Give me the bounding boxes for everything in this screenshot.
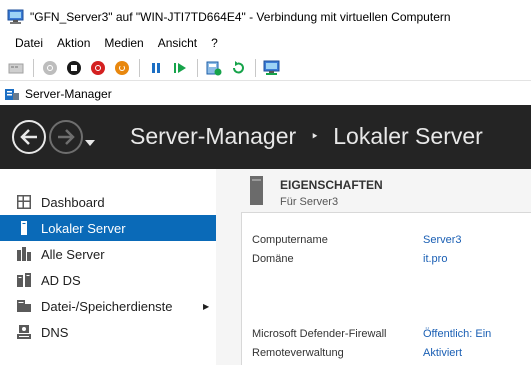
toolbar-separator [197,58,198,77]
enhanced-session-icon[interactable] [262,58,281,77]
history-dropdown-icon[interactable] [85,133,95,151]
header-subtitle: Lokaler Server [333,123,483,149]
forward-arrow-icon [58,129,75,145]
power-icon[interactable] [112,58,131,77]
menu-medien[interactable]: Medien [97,36,150,50]
shutdown-icon[interactable] [88,58,107,77]
revert-icon[interactable] [228,58,247,77]
sidebar-item-dns[interactable]: DNS [0,319,216,345]
back-arrow-icon [20,129,37,145]
server-tile-icon [250,176,263,205]
toolbar-separator [139,58,140,77]
app-title: Server-Manager [25,87,112,101]
toolbar-separator [255,58,256,77]
dns-icon [16,324,32,340]
vm-connection-icon [7,9,24,25]
menu-bar: Datei Aktion Medien Ansicht ? [0,33,531,53]
header-title: Server-Manager [130,123,297,149]
menu-ansicht[interactable]: Ansicht [151,36,204,50]
sidebar-item-file-storage[interactable]: Datei-/Speicherdienste ▶ [0,293,216,319]
checkpoint-icon[interactable] [204,58,223,77]
forward-button[interactable] [49,120,83,154]
start-icon[interactable] [40,58,59,77]
sidebar-item-dashboard[interactable]: Dashboard [0,189,216,215]
sidebar-item-label: AD DS [41,272,81,288]
local-server-icon [16,220,32,236]
expand-arrow-icon[interactable]: ▶ [203,302,209,311]
properties-heading: EIGENSCHAFTEN [280,178,383,192]
property-value-domain[interactable]: it.pro [423,253,447,265]
breadcrumb-separator: ‣ [310,128,319,144]
sidebar-item-label: Alle Server [41,246,105,262]
ctrl-alt-del-icon[interactable] [6,58,25,77]
property-label-computername: Computername [252,234,328,246]
window-title-bar: "GFN_Server3" auf "WIN-JTI7TD664E4" - Ve… [0,0,531,33]
page-title: Server-Manager ‣ Lokaler Server [130,123,483,150]
menu-help[interactable]: ? [204,36,225,50]
property-value-remote-management[interactable]: Aktiviert [423,347,462,359]
toolbar [0,55,531,81]
ad-ds-icon [16,272,32,288]
all-servers-icon [16,246,32,262]
property-value-computername[interactable]: Server3 [423,234,462,246]
sidebar-item-ad-ds[interactable]: AD DS [0,267,216,293]
pause-icon[interactable] [146,58,165,77]
properties-subheading: Für Server3 [280,196,339,208]
sidebar-item-label: Lokaler Server [41,220,126,236]
menu-datei[interactable]: Datei [8,36,50,50]
property-label-firewall: Microsoft Defender-Firewall [252,328,387,340]
window-title: "GFN_Server3" auf "WIN-JTI7TD664E4" - Ve… [30,9,451,24]
back-button[interactable] [12,120,46,154]
property-value-firewall[interactable]: Öffentlich: Ein [423,328,491,340]
main-content: EIGENSCHAFTEN Für Server3 Computername S… [216,169,531,365]
property-label-domain: Domäne [252,253,294,265]
file-storage-icon [16,298,32,314]
toolbar-separator [33,58,34,77]
properties-panel: Computername Server3 Domäne it.pro Micro… [241,212,531,365]
reset-icon[interactable] [170,58,189,77]
server-manager-header: Server-Manager ‣ Lokaler Server [0,105,531,169]
sidebar-item-label: Datei-/Speicherdienste [41,298,173,314]
sidebar-item-label: Dashboard [41,194,105,210]
menu-aktion[interactable]: Aktion [50,36,97,50]
property-label-remote-management: Remoteverwaltung [252,347,344,359]
dashboard-icon [16,194,32,210]
sidebar-item-label: DNS [41,324,69,340]
server-manager-icon [4,86,20,102]
sidebar-item-all-servers[interactable]: Alle Server [0,241,216,267]
sidebar: Dashboard Lokaler Server Alle Server AD … [0,169,216,365]
app-title-bar: Server-Manager [0,83,531,105]
turn-off-icon[interactable] [64,58,83,77]
sidebar-item-local-server[interactable]: Lokaler Server [0,215,216,241]
